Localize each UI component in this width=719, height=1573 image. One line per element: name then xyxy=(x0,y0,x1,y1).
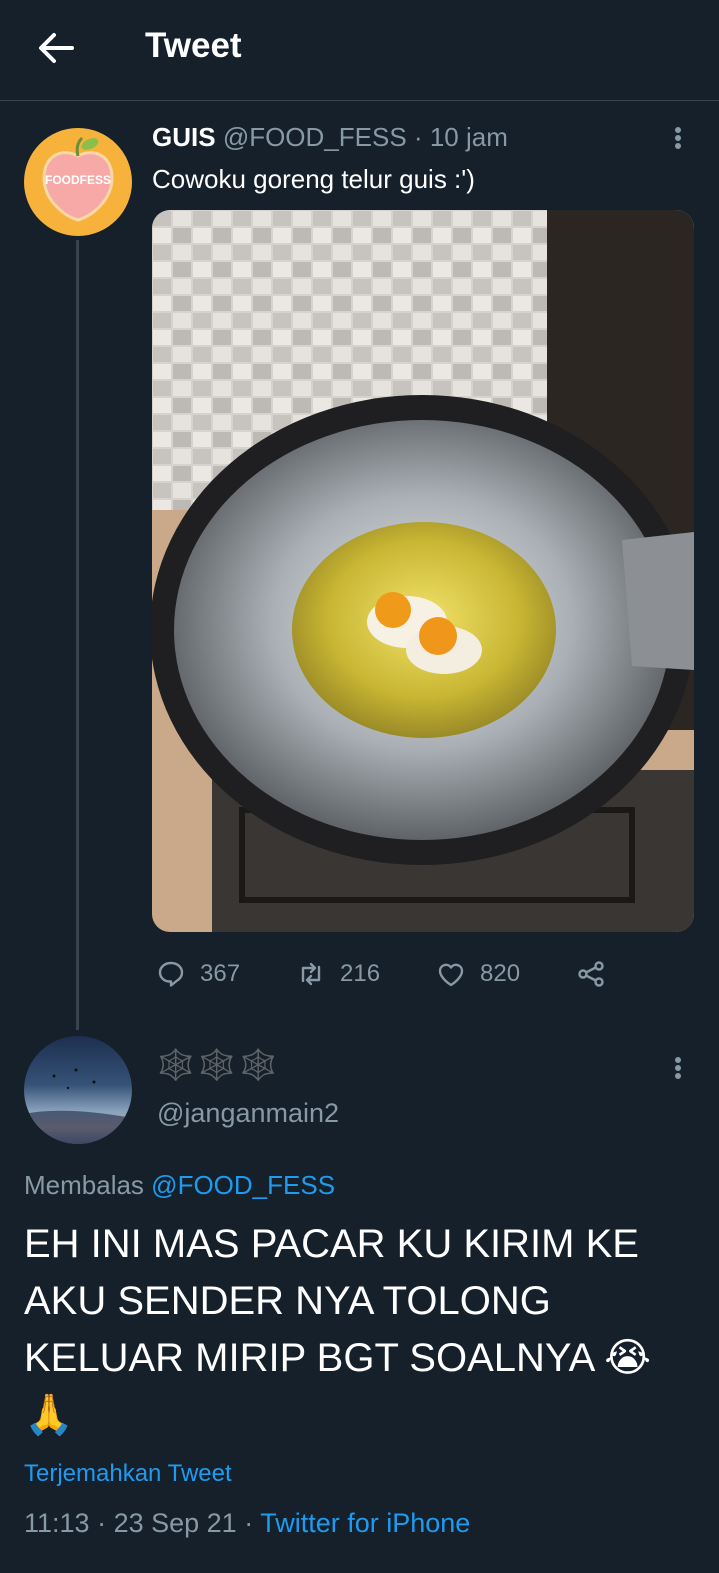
timestamp-separator: · xyxy=(97,1508,107,1538)
share-action[interactable] xyxy=(576,952,606,996)
reply-count: 367 xyxy=(200,960,241,987)
reply-handle[interactable]: @janganmain2 xyxy=(157,1098,339,1129)
tweet-text: Cowoku goreng telur guis :') xyxy=(152,164,475,194)
share-icon xyxy=(578,961,604,987)
reply-icon xyxy=(158,961,184,987)
like-count: 820 xyxy=(480,960,521,987)
foodfess-logo: FOODFESS xyxy=(42,136,114,222)
back-arrow-icon[interactable] xyxy=(34,26,78,70)
tweet-time[interactable]: 10 jam xyxy=(430,122,508,152)
retweet-action[interactable]: 216 xyxy=(296,952,380,996)
reply-display-name[interactable]: 🕸️🕸️🕸️ xyxy=(157,1048,281,1083)
tweet-actions: 367 216 820 xyxy=(152,952,632,996)
tweet-photo[interactable] xyxy=(152,210,694,932)
reply-text: EH INI MAS PACAR KU KIRIM KE AKU SENDER … xyxy=(24,1222,651,1437)
thread-line xyxy=(76,240,79,1030)
translate-link[interactable]: Terjemahkan Tweet xyxy=(24,1460,232,1488)
retweet-count: 216 xyxy=(340,960,381,987)
reply-avatar[interactable] xyxy=(24,1036,132,1144)
reply-date: 23 Sep 21 xyxy=(113,1508,237,1538)
more-vertical-icon[interactable] xyxy=(668,1054,688,1094)
replying-mention[interactable]: @FOOD_FESS xyxy=(151,1170,335,1200)
author-handle[interactable]: @FOOD_FESS xyxy=(223,122,407,152)
replying-to: Membalas @FOOD_FESS xyxy=(24,1170,335,1201)
like-action[interactable]: 820 xyxy=(436,952,520,996)
top-bar: Tweet xyxy=(0,0,719,101)
author-avatar[interactable]: FOODFESS xyxy=(24,128,132,236)
meta-separator: · xyxy=(413,122,423,152)
replying-prefix: Membalas xyxy=(24,1170,144,1200)
retweet-icon xyxy=(301,962,321,986)
svg-text:FOODFESS: FOODFESS xyxy=(45,173,111,187)
tweet-timestamp: 11:13 · 23 Sep 21 · Twitter for iPhone xyxy=(24,1508,470,1539)
tweet-header: GUIS @FOOD_FESS · 10 jam xyxy=(152,122,508,153)
timestamp-separator: · xyxy=(244,1508,254,1538)
author-name[interactable]: GUIS xyxy=(152,122,216,152)
tweet-source[interactable]: Twitter for iPhone xyxy=(260,1508,470,1538)
more-vertical-icon[interactable] xyxy=(668,124,688,164)
reply-time: 11:13 xyxy=(24,1508,90,1538)
like-icon xyxy=(438,963,464,987)
sky-photo xyxy=(24,1068,132,1144)
reply-action[interactable]: 367 xyxy=(156,952,240,996)
page-title: Tweet xyxy=(145,26,242,65)
